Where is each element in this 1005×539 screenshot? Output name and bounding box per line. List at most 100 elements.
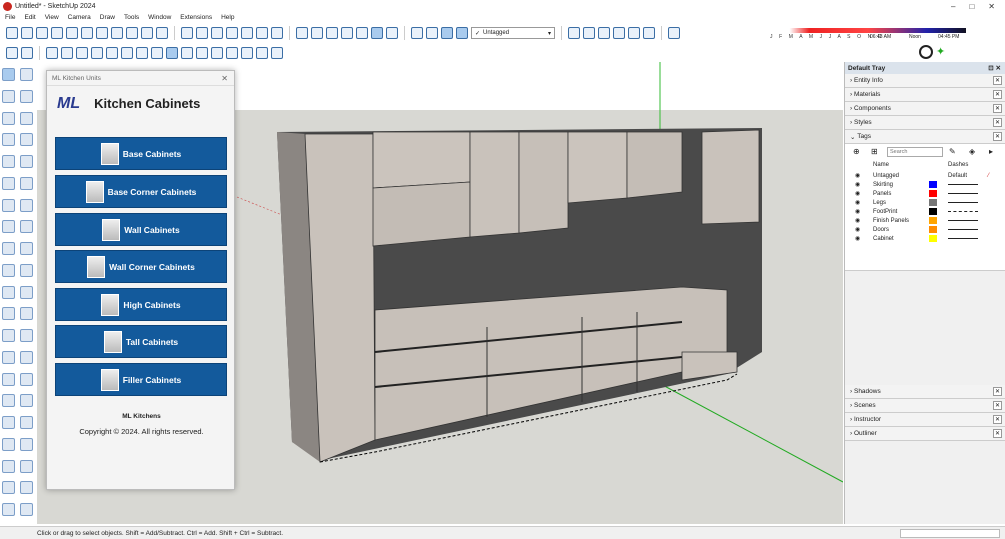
save-icon[interactable] [36, 27, 48, 39]
wall-cabinets-button[interactable]: Wall Cabinets [55, 213, 227, 246]
tray-section-tags[interactable]: ⌄ Tags ✕ [845, 130, 1005, 144]
walk-icon[interactable] [20, 437, 33, 451]
tag-row[interactable]: ◉ Legs [845, 198, 1005, 207]
arc-icon[interactable] [2, 198, 15, 212]
close-icon[interactable]: ✕ [993, 76, 1002, 85]
maximize-icon[interactable]: □ [969, 2, 974, 11]
dash-pattern[interactable] [948, 220, 978, 221]
compass-icon[interactable] [919, 45, 933, 59]
wall-cabinet-1[interactable] [372, 131, 471, 189]
column-dashes[interactable]: Dashes [948, 162, 968, 168]
close-icon[interactable]: ✕ [993, 132, 1002, 141]
close-icon[interactable]: ✕ [993, 118, 1002, 127]
erase-icon[interactable] [96, 27, 108, 39]
filler-cabinets-button[interactable]: Filler Cabinets [55, 363, 227, 396]
right-view-icon[interactable] [226, 27, 238, 39]
new-file-icon[interactable] [6, 27, 18, 39]
wall-cabinet-4[interactable] [567, 131, 628, 204]
push-pull-icon[interactable] [20, 242, 33, 256]
section-plane-icon[interactable] [411, 27, 423, 39]
column-name[interactable]: Name [873, 162, 889, 168]
pin-icon[interactable]: ⊡ ✕ [988, 64, 1001, 72]
wall-corner-cabinets-button[interactable]: Wall Corner Cabinets [55, 250, 227, 283]
pencil-icon[interactable]: ✎ [949, 147, 956, 156]
arc-2pt-icon[interactable] [20, 198, 33, 212]
eye-icon[interactable]: ◉ [855, 199, 865, 206]
follow-me-icon[interactable] [20, 263, 33, 277]
eye-icon[interactable]: ◉ [855, 172, 865, 179]
position-camera-icon[interactable] [2, 437, 15, 451]
paste-icon[interactable] [81, 27, 93, 39]
make-group-icon[interactable] [568, 27, 580, 39]
drape-icon[interactable] [20, 503, 33, 517]
section-cuts-icon[interactable] [441, 27, 453, 39]
axis-icon[interactable]: ✦ [936, 45, 950, 59]
cabinet-tall-icon[interactable] [211, 46, 223, 59]
tray-section-materials[interactable]: › Materials ✕ [845, 88, 1005, 102]
front-view-icon[interactable] [211, 27, 223, 39]
open-file-icon[interactable] [21, 27, 33, 39]
tag-color-swatch[interactable] [929, 217, 937, 224]
tray-section-components[interactable]: › Components ✕ [845, 102, 1005, 116]
frame-icon[interactable] [166, 46, 178, 59]
undo-icon[interactable] [111, 27, 123, 39]
menu-draw[interactable]: Draw [100, 14, 115, 21]
orbit-icon[interactable] [2, 372, 15, 386]
base-corner-cabinets-button[interactable]: Base Corner Cabinets [55, 175, 227, 208]
axes-icon[interactable] [2, 350, 15, 364]
smoove-icon[interactable] [20, 481, 33, 495]
cabinet-icon[interactable] [91, 46, 103, 59]
make-component-icon[interactable] [583, 27, 595, 39]
handle-icon[interactable] [121, 46, 133, 59]
close-icon[interactable]: ✕ [993, 104, 1002, 113]
zoom-extents-icon[interactable] [2, 416, 15, 430]
arc-3pt-icon[interactable] [2, 220, 15, 234]
line-icon[interactable] [2, 133, 15, 147]
paint-bucket-icon[interactable] [2, 89, 15, 103]
info-icon[interactable] [151, 46, 163, 59]
eye-icon[interactable]: ◉ [855, 208, 865, 215]
ml-logo-icon[interactable] [46, 46, 58, 59]
tag-search-input[interactable] [887, 147, 943, 157]
protractor-icon[interactable] [2, 329, 15, 343]
tag-color-swatch[interactable] [929, 226, 937, 233]
menu-view[interactable]: View [45, 14, 59, 21]
3d-text-icon[interactable] [20, 350, 33, 364]
tall-cabinet-right[interactable] [701, 129, 760, 225]
xray-icon[interactable] [296, 27, 308, 39]
dash-pattern[interactable] [948, 202, 978, 203]
panel-icon[interactable] [21, 46, 33, 59]
section-fill-icon[interactable] [456, 27, 468, 39]
zoom-icon[interactable] [2, 394, 15, 408]
color-by-tag-icon[interactable]: ◈ [969, 147, 975, 156]
text-icon[interactable] [20, 329, 33, 343]
eye-icon[interactable]: ◉ [855, 181, 865, 188]
menu-camera[interactable]: Camera [68, 14, 91, 21]
add-folder-icon[interactable]: ⊞ [871, 147, 878, 156]
eraser-icon[interactable] [20, 89, 33, 103]
base-cabinet-right[interactable] [681, 351, 738, 381]
redo-icon[interactable] [126, 27, 138, 39]
eye-icon[interactable]: ◉ [855, 226, 865, 233]
shadow-settings[interactable]: J F M A M J J A S O N D [770, 25, 966, 41]
rotate-icon[interactable] [2, 263, 15, 277]
dash-pattern[interactable] [948, 184, 978, 185]
menu-file[interactable]: File [5, 14, 15, 21]
select-icon[interactable] [2, 68, 15, 81]
outliner-icon[interactable] [628, 27, 640, 39]
minimize-icon[interactable]: – [951, 2, 955, 11]
look-around-icon[interactable] [2, 459, 15, 473]
pan-icon[interactable] [20, 372, 33, 386]
tag-color-swatch[interactable] [929, 208, 937, 215]
shadow-date-slider[interactable] [770, 28, 966, 33]
eye-icon[interactable]: ◉ [855, 217, 865, 224]
dash-pattern[interactable] [948, 229, 978, 230]
close-icon[interactable]: ✕ [993, 387, 1002, 396]
pencil-icon[interactable]: ⁄ [988, 173, 989, 179]
tray-section-scenes[interactable]: › Scenes ✕ [845, 399, 1005, 413]
tall-cabinets-button[interactable]: Tall Cabinets [55, 325, 227, 358]
print-icon[interactable] [141, 27, 153, 39]
tag-color-swatch[interactable] [929, 199, 937, 206]
add-tag-icon[interactable]: ⊕ [853, 147, 860, 156]
base-cabinets[interactable] [374, 286, 728, 441]
